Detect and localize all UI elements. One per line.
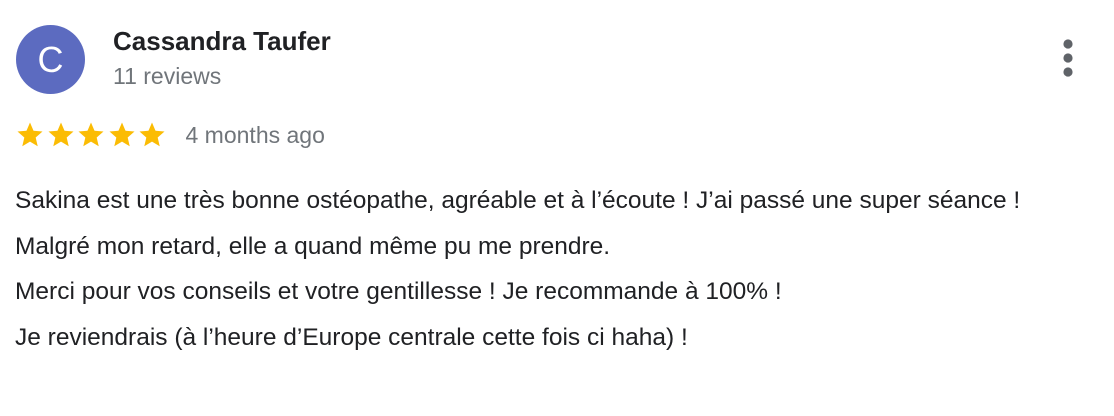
review-line: Sakina est une très bonne ostéopathe, ag… — [15, 187, 1021, 214]
review-line: Malgré mon retard, elle a quand même pu … — [15, 232, 611, 260]
review-line: Je reviendrais (à l’heure d’Europe centr… — [15, 323, 688, 351]
review-text: Sakina est une très bonne ostéopathe, ag… — [15, 178, 1100, 360]
star-rating — [15, 120, 168, 150]
star-icon — [78, 122, 104, 147]
star-icon — [109, 122, 134, 147]
more-options-button[interactable] — [1050, 38, 1086, 78]
rating-row: 4 months ago — [15, 118, 325, 152]
reviewer-review-count: 11 reviews — [113, 63, 222, 89]
review-date: 4 months ago — [185, 121, 325, 148]
star-icon — [48, 122, 73, 147]
more-vert-icon — [1063, 39, 1073, 77]
avatar-initial: C — [37, 38, 64, 80]
star-icon — [17, 122, 43, 147]
star-icon — [139, 122, 165, 147]
reviewer-name[interactable]: Cassandra Taufer — [113, 26, 331, 57]
avatar[interactable]: C — [16, 25, 85, 94]
review-line: Merci pour vos conseils et votre gentill… — [15, 278, 782, 305]
